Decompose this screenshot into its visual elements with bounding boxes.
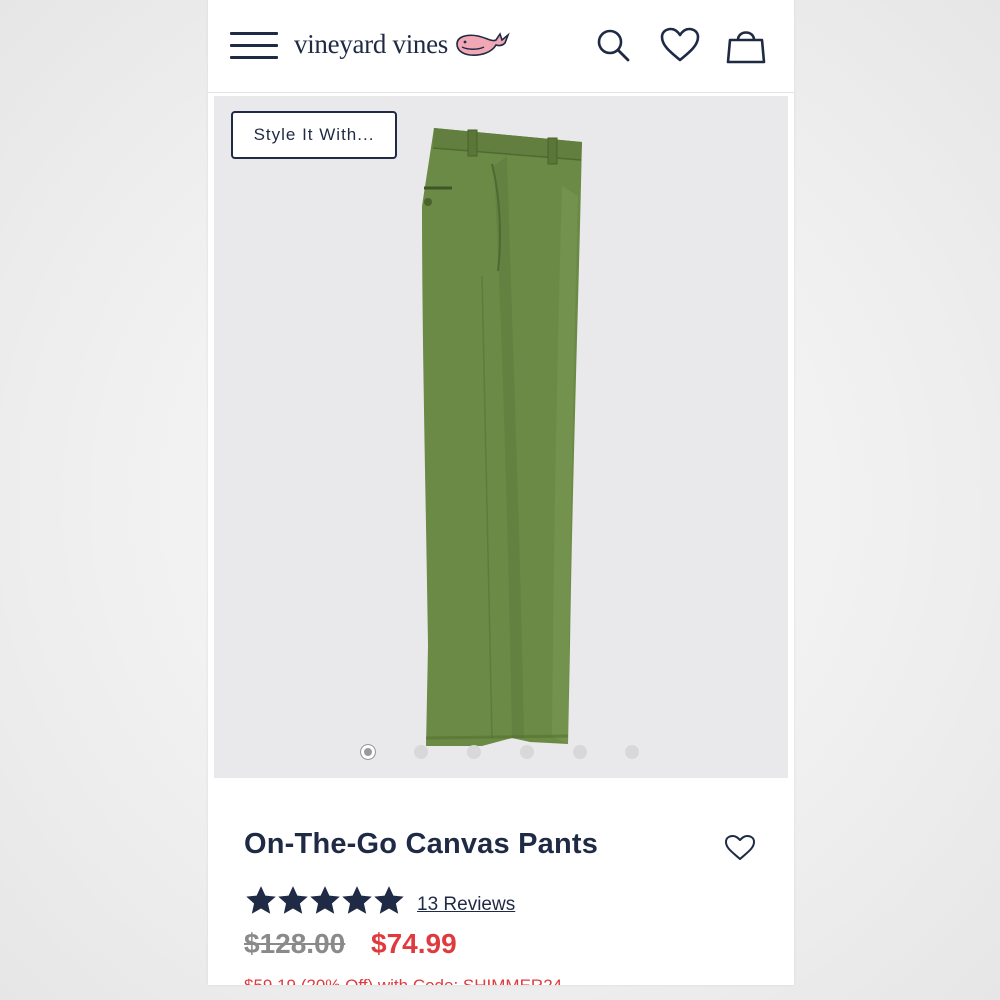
promo-text: $59.19 (20% Off) with Code: SHIMMER24 (244, 976, 562, 985)
gallery-dot-5[interactable] (573, 745, 587, 759)
star-icon (342, 886, 372, 914)
product-image (422, 128, 582, 746)
site-header: vineyard vines (208, 0, 794, 93)
product-title: On-The-Go Canvas Pants (244, 828, 599, 860)
heart-icon[interactable] (659, 26, 701, 64)
app-screen: vineyard vines Style It With... On-The-G… (208, 0, 794, 985)
gallery-dot-4[interactable] (520, 745, 534, 759)
style-it-with-button[interactable]: Style It With... (231, 111, 397, 159)
search-icon[interactable] (594, 26, 632, 64)
wishlist-heart-icon[interactable] (724, 834, 756, 862)
whale-logo-icon (456, 32, 510, 56)
original-price: $128.00 (244, 928, 346, 959)
gallery-dot-2[interactable] (414, 745, 428, 759)
star-icon (246, 886, 276, 914)
rating-stars (244, 884, 404, 918)
star-icon (374, 886, 404, 914)
reviews-link[interactable]: 13 Reviews (417, 894, 515, 916)
star-icon (310, 886, 340, 914)
logo-text: vineyard vines (294, 28, 449, 59)
shopping-bag-icon[interactable] (726, 26, 766, 64)
gallery-pagination (214, 741, 788, 761)
brand-logo[interactable]: vineyard vines (294, 24, 510, 64)
star-icon (278, 886, 308, 914)
gallery-dot-1[interactable] (360, 744, 376, 760)
gallery-dot-6[interactable] (625, 745, 639, 759)
menu-icon[interactable] (230, 30, 280, 62)
sale-price: $74.99 (371, 928, 457, 959)
product-image-gallery[interactable]: Style It With... (214, 96, 788, 778)
gallery-dot-3[interactable] (467, 745, 481, 759)
